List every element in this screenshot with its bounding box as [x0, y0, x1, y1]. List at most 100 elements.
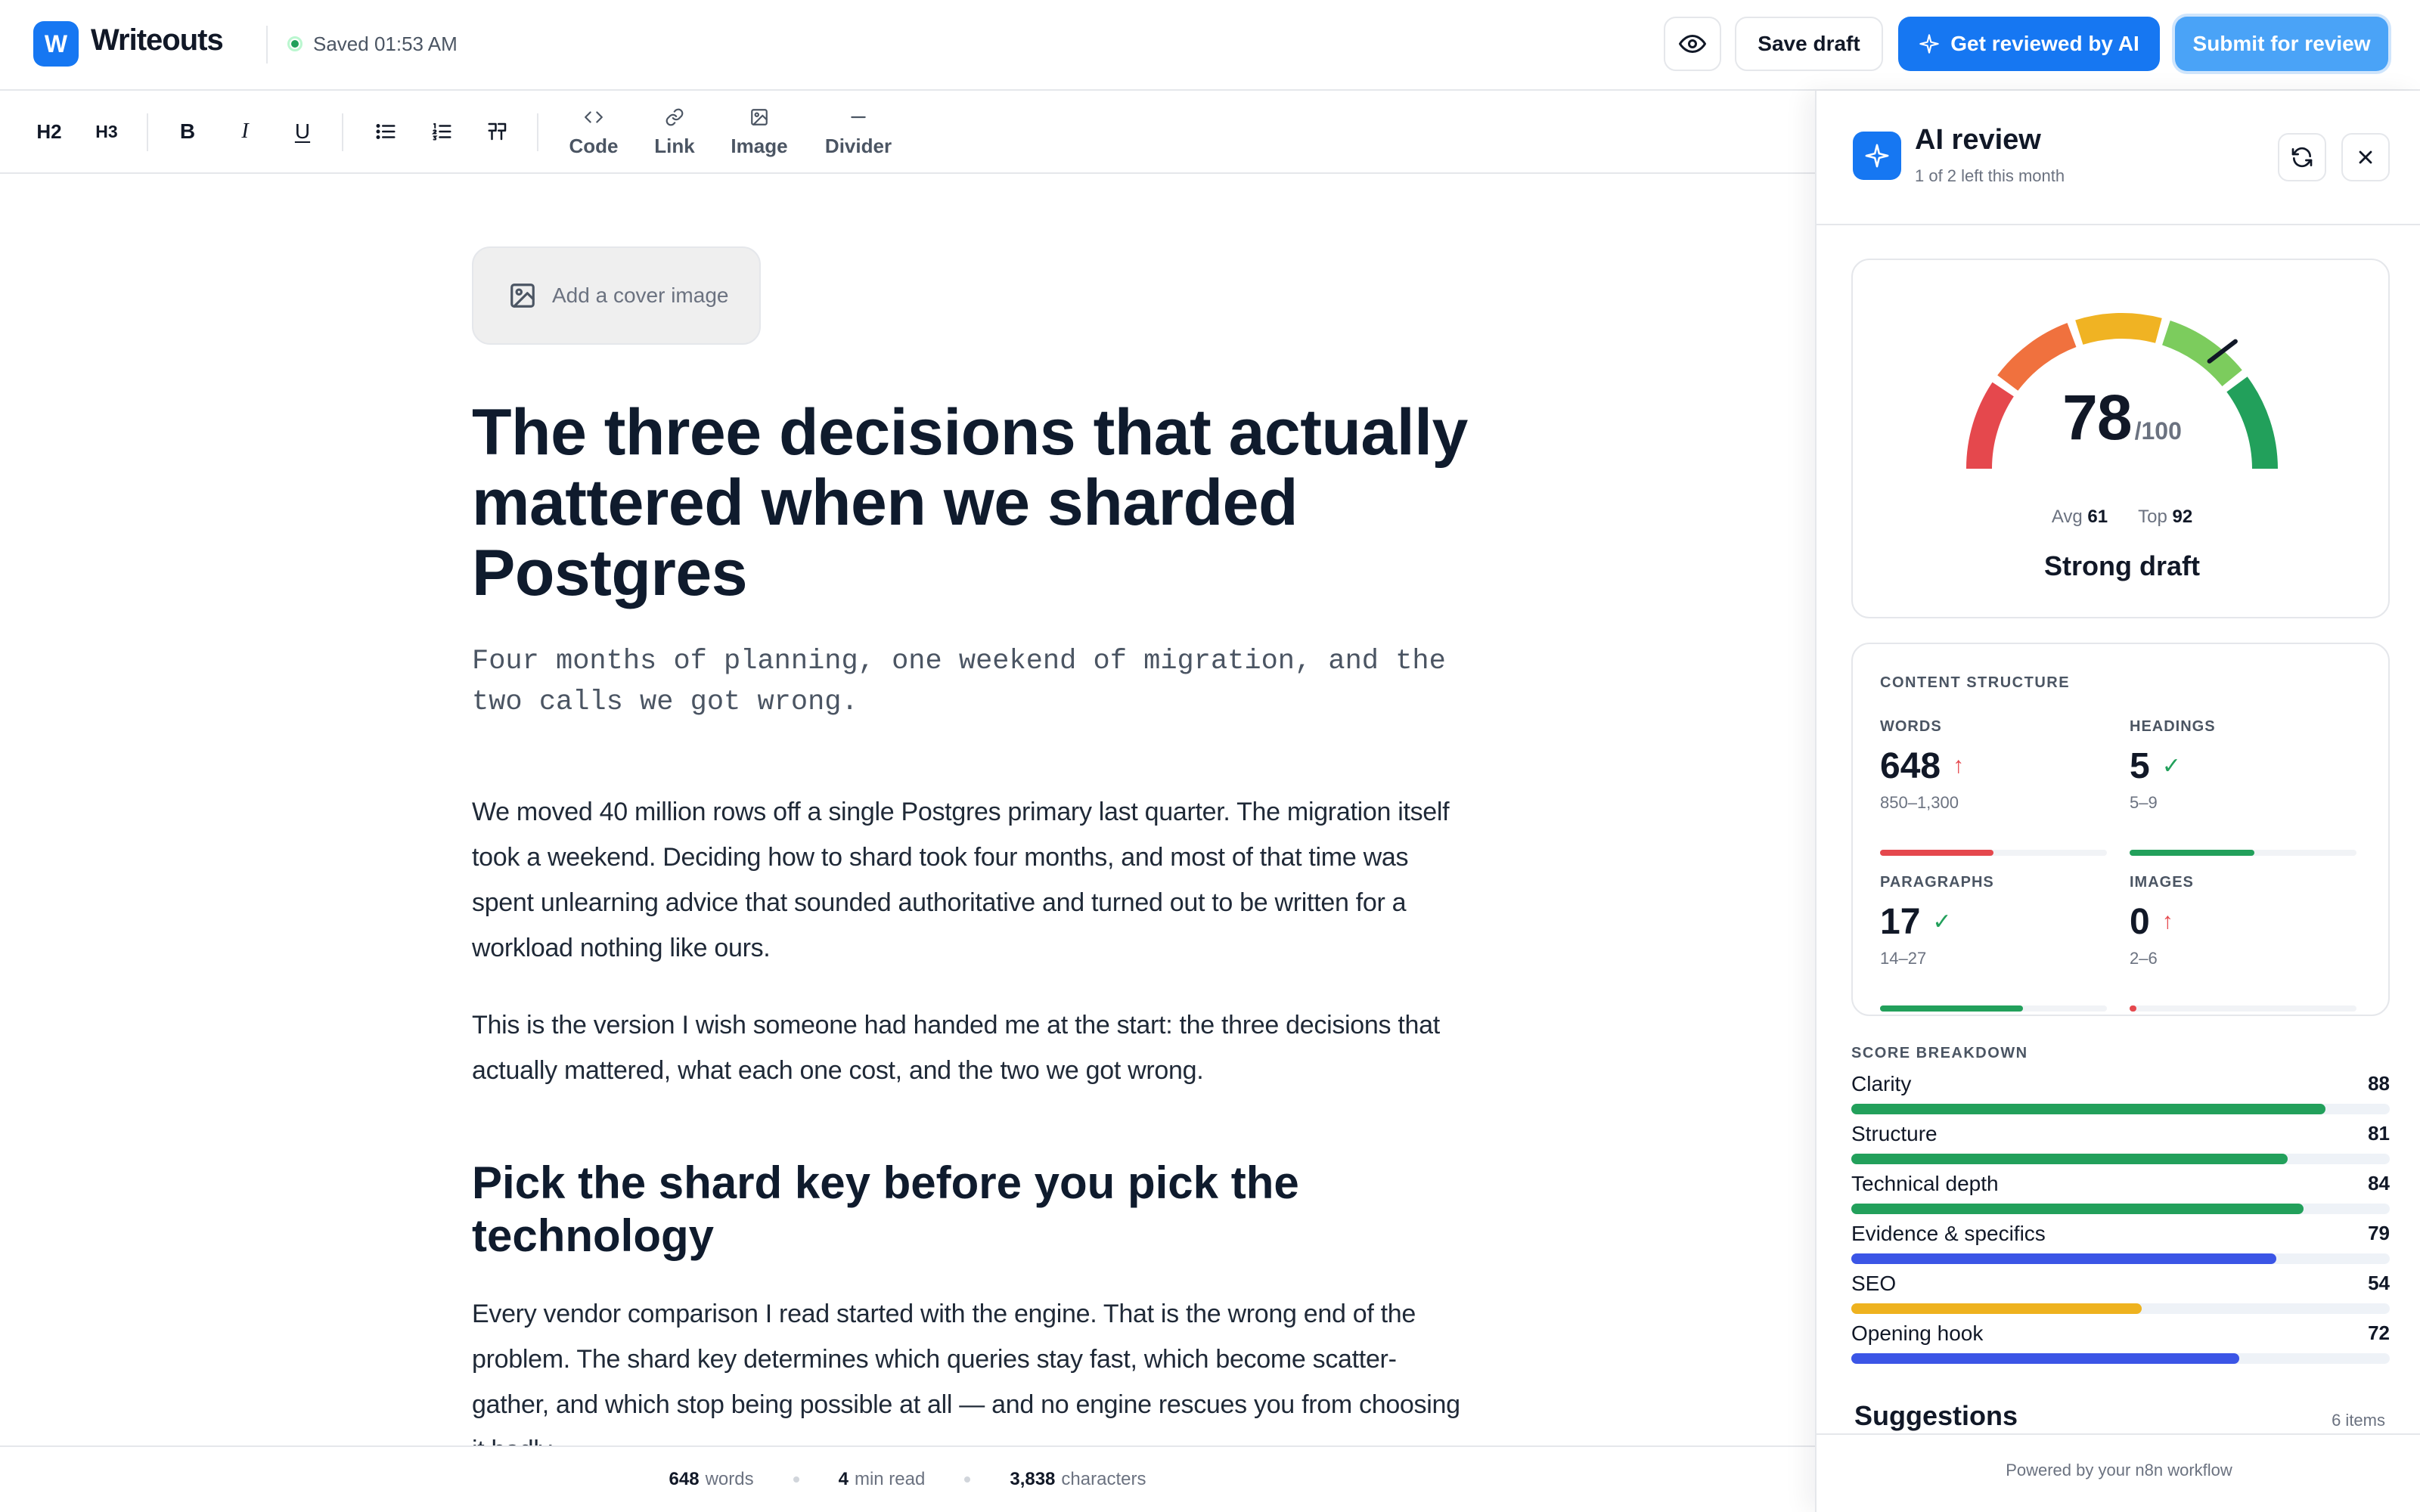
score-card: 78/100 Avg 61 Top 92 Strong draft: [1851, 259, 2390, 618]
breakdown-bar-fill: [1851, 1253, 2277, 1264]
panel-footer: Powered by your n8n workflow: [1817, 1433, 2420, 1512]
submit-for-review-button[interactable]: Submit for review: [2175, 17, 2388, 71]
add-cover-image-button[interactable]: Add a cover image: [472, 246, 761, 345]
gauge-segment-lightgreen: [2161, 321, 2242, 387]
arrow-up-icon: ↑: [2161, 909, 2173, 934]
save-draft-button[interactable]: Save draft: [1735, 17, 1883, 71]
breakdown-label: Structure: [1851, 1122, 1938, 1145]
suggestions-count: 6 items: [2332, 1411, 2385, 1430]
gauge-segment-orange: [1997, 323, 2077, 392]
breakdown-label: Evidence & specifics: [1851, 1222, 2046, 1245]
metric-bar-fill: [2130, 850, 2254, 856]
breakdown-row-technical-depth: Technical depth 84: [1851, 1172, 2390, 1214]
metric-range: 14–27: [1880, 949, 1927, 968]
divider-button[interactable]: Divider: [824, 107, 892, 158]
metric-value: 17 ✓: [1880, 901, 1952, 942]
panel-header: AI review 1 of 2 left this month: [1817, 91, 2420, 225]
formatting-toolbar: H2 H3 B I U Code Link Image Divider: [0, 91, 1815, 174]
article-paragraph[interactable]: We moved 40 million rows off a single Po…: [472, 789, 1470, 971]
bold-button[interactable]: B: [171, 112, 204, 151]
metric-range: 2–6: [2130, 949, 2158, 968]
breakdown-label: Clarity: [1851, 1072, 1912, 1095]
metric-label: PARAGRAPHS: [1880, 874, 1994, 891]
suggestions-heading[interactable]: Suggestions: [1854, 1400, 2018, 1432]
horizontal-rule-icon: [851, 116, 866, 119]
app-logo[interactable]: W: [33, 21, 79, 67]
ai-review-label: Get reviewed by AI: [1950, 32, 2139, 55]
check-icon: ✓: [2161, 753, 2181, 779]
ai-badge: [1853, 132, 1901, 180]
bullet-list-icon: [376, 124, 396, 139]
metric-paragraphs: PARAGRAPHS 17 ✓ 14–27: [1880, 874, 2107, 1012]
metric-images: IMAGES 0 ↑ 2–6: [2130, 874, 2356, 1012]
refresh-review-button[interactable]: [2278, 133, 2326, 181]
word-count: 648 words: [669, 1469, 754, 1489]
breakdown-row-clarity: Clarity 88: [1851, 1072, 2390, 1114]
score-verdict: Strong draft: [2044, 550, 2200, 581]
section-label: SCORE BREAKDOWN: [1851, 1045, 2028, 1061]
heading-2-button[interactable]: H2: [30, 112, 68, 151]
preview-button[interactable]: [1664, 17, 1721, 71]
top-bar: W Writeouts Saved 01:53 AM Save draft Ge…: [0, 0, 2420, 91]
numbered-list-icon: [431, 123, 451, 141]
saved-indicator-icon: [287, 36, 302, 51]
metric-bar-fill: [2130, 1005, 2136, 1012]
numbered-list-button[interactable]: [424, 112, 460, 151]
image-label: Image: [731, 135, 788, 157]
metric-headings: HEADINGS 5 ✓ 5–9: [2130, 718, 2356, 856]
metric-label: WORDS: [1880, 718, 1942, 735]
save-status: Saved 01:53 AM: [287, 30, 458, 57]
ai-review-panel: AI review 1 of 2 left this month 78/100 …: [1815, 91, 2420, 1512]
breakdown-value: 79: [2368, 1222, 2390, 1244]
editor-stats-bar: 648 words 4 min read 3,838 characters: [0, 1445, 1815, 1512]
article-paragraph[interactable]: This is the version I wish someone had h…: [472, 1002, 1470, 1093]
panel-title: AI review: [1915, 124, 2041, 156]
italic-button[interactable]: I: [228, 112, 262, 151]
metric-label: IMAGES: [2130, 874, 2194, 891]
metric-bar: [2130, 1005, 2356, 1012]
bullet-list-button[interactable]: [368, 112, 404, 151]
breakdown-value: 54: [2368, 1272, 2390, 1294]
metric-range: 850–1,300: [1880, 793, 1959, 812]
breakdown-bar: [1851, 1104, 2390, 1114]
character-count: 3,838 characters: [1010, 1469, 1146, 1489]
breakdown-bar: [1851, 1253, 2390, 1264]
breakdown-label: SEO: [1851, 1272, 1897, 1295]
metric-bar: [2130, 850, 2356, 856]
metric-words: WORDS 648 ↑ 850–1,300: [1880, 718, 2107, 856]
save-status-text: Saved 01:53 AM: [313, 32, 458, 55]
link-label: Link: [654, 135, 695, 157]
separator-dot: [793, 1476, 799, 1483]
close-panel-button[interactable]: [2341, 133, 2390, 181]
metric-label: HEADINGS: [2130, 718, 2216, 735]
metric-value: 5 ✓: [2130, 745, 2181, 786]
quote-button[interactable]: [479, 112, 516, 151]
breakdown-bar: [1851, 1353, 2390, 1364]
underline-button[interactable]: U: [286, 112, 319, 151]
breakdown-bar: [1851, 1303, 2390, 1314]
content-structure-card: CONTENT STRUCTURE WORDS 648 ↑ 850–1,300 H…: [1851, 643, 2390, 1016]
app-name: Writeouts: [91, 23, 224, 57]
breakdown-label: Opening hook: [1851, 1321, 1984, 1345]
metric-bar-fill: [1880, 850, 1993, 856]
article-subtitle[interactable]: Four months of planning, one weekend of …: [472, 641, 1485, 723]
breakdown-bar: [1851, 1154, 2390, 1164]
breakdown-bar-fill: [1851, 1154, 2288, 1164]
breakdown-row-opening-hook: Opening hook 72: [1851, 1321, 2390, 1364]
toolbar-divider: [147, 113, 148, 151]
score-benchmarks: Avg 61 Top 92: [2051, 507, 2193, 527]
eye-icon: [1679, 35, 1706, 53]
link-button[interactable]: Link: [650, 107, 699, 158]
image-button[interactable]: Image: [729, 107, 790, 158]
heading-3-button[interactable]: H3: [88, 112, 126, 151]
quote-icon: [488, 122, 507, 141]
metric-bar: [1880, 1005, 2107, 1012]
metric-range: 5–9: [2130, 793, 2158, 812]
article-title[interactable]: The three decisions that actually matter…: [472, 398, 1485, 609]
article-heading[interactable]: Pick the shard key before you pick the t…: [472, 1157, 1470, 1263]
code-button[interactable]: Code: [567, 107, 620, 158]
image-icon: [510, 284, 535, 308]
overall-score: 78/100: [2062, 382, 2182, 453]
check-icon: ✓: [1932, 909, 1952, 934]
ai-review-button[interactable]: Get reviewed by AI: [1898, 17, 2160, 71]
